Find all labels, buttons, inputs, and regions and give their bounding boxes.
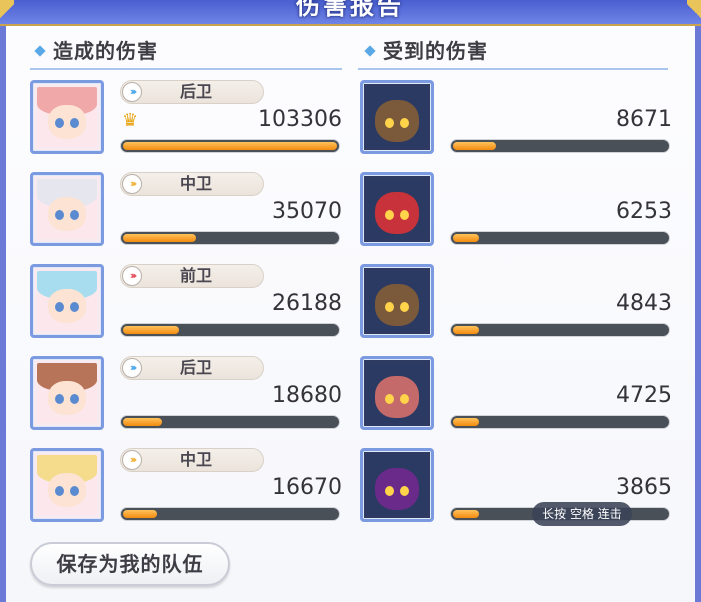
position-arrows-icon: ›››: [122, 450, 142, 470]
hint-tooltip: 长按 空格 连击: [532, 502, 632, 526]
enemy-body: [375, 284, 419, 327]
enemy-body: [375, 100, 419, 143]
role-label: 后卫: [179, 82, 212, 101]
portrait-face: [47, 289, 87, 323]
enemy-portrait[interactable]: [360, 172, 434, 246]
enemy-art: [367, 87, 427, 147]
enemy-body: [375, 468, 419, 511]
portrait-art: [37, 271, 97, 331]
role-badge: ››› 后卫: [120, 80, 264, 104]
corner-ornament-right: [687, 0, 701, 22]
position-arrows-icon: ›››: [122, 174, 142, 194]
damage-value: 16670: [272, 475, 342, 500]
diamond-icon: [34, 45, 46, 57]
role-label: 中卫: [179, 174, 212, 193]
damage-bar: [120, 415, 340, 429]
received-bar-fill: [453, 234, 479, 242]
damage-value: 26188: [272, 291, 342, 316]
portrait-art: [37, 179, 97, 239]
enemy-art: [367, 363, 427, 423]
received-bar: [450, 415, 670, 429]
damage-value: 35070: [272, 199, 342, 224]
enemy-art: [367, 179, 427, 239]
received-value: 4843: [616, 291, 672, 316]
damage-bar-fill: [123, 234, 196, 242]
portrait-art: [37, 455, 97, 515]
portrait-art: [37, 87, 97, 147]
damage-value: 18680: [272, 383, 342, 408]
save-team-button[interactable]: 保存为我的队伍: [30, 542, 230, 586]
received-bar-fill: [453, 142, 496, 150]
damage-bar-fill: [123, 418, 162, 426]
portrait-face: [47, 473, 87, 507]
section-received-header: 受到的伤害: [364, 36, 488, 66]
enemy-portrait[interactable]: [360, 80, 434, 154]
role-badge: ››› 前卫: [120, 264, 264, 288]
corner-ornament-left: [0, 0, 14, 22]
portrait-face: [47, 381, 87, 415]
section-divider: [30, 68, 342, 70]
received-value: 4725: [616, 383, 672, 408]
role-label: 前卫: [179, 266, 212, 285]
received-value: 6253: [616, 199, 672, 224]
enemy-body: [375, 192, 419, 235]
role-label: 后卫: [179, 358, 212, 377]
damage-bar: [120, 507, 340, 521]
role-badge: ››› 中卫: [120, 172, 264, 196]
diamond-icon: [364, 45, 376, 57]
received-bar: [450, 139, 670, 153]
received-bar-fill: [453, 418, 479, 426]
portrait-face: [47, 197, 87, 231]
enemy-portrait[interactable]: [360, 356, 434, 430]
role-badge: ››› 中卫: [120, 448, 264, 472]
received-bar: [450, 323, 670, 337]
damage-value: 103306: [258, 107, 342, 132]
section-dealt-label: 造成的伤害: [53, 39, 158, 63]
character-portrait[interactable]: [30, 264, 104, 338]
section-divider: [358, 68, 668, 70]
role-label: 中卫: [179, 450, 212, 469]
enemy-art: [367, 455, 427, 515]
crown-icon: ♛: [122, 110, 139, 131]
section-dealt-header: 造成的伤害: [34, 36, 158, 66]
page-title: 伤害报告: [296, 0, 404, 20]
enemy-body: [375, 376, 419, 419]
received-bar-fill: [453, 510, 479, 518]
received-value: 3865: [616, 475, 672, 500]
damage-bar-fill: [123, 510, 157, 518]
character-portrait[interactable]: [30, 80, 104, 154]
damage-bar-fill: [123, 142, 337, 150]
enemy-art: [367, 271, 427, 331]
portrait-art: [37, 363, 97, 423]
enemy-portrait[interactable]: [360, 264, 434, 338]
received-bar-fill: [453, 326, 479, 334]
portrait-face: [47, 105, 87, 139]
character-portrait[interactable]: [30, 172, 104, 246]
section-received-label: 受到的伤害: [383, 39, 488, 63]
position-arrows-icon: ›››: [122, 358, 142, 378]
damage-bar-fill: [123, 326, 179, 334]
role-badge: ››› 后卫: [120, 356, 264, 380]
position-arrows-icon: ›››: [122, 266, 142, 286]
damage-bar: [120, 139, 340, 153]
damage-bar: [120, 231, 340, 245]
enemy-portrait[interactable]: [360, 448, 434, 522]
damage-bar: [120, 323, 340, 337]
character-portrait[interactable]: [30, 448, 104, 522]
received-value: 8671: [616, 107, 672, 132]
received-bar: [450, 231, 670, 245]
character-portrait[interactable]: [30, 356, 104, 430]
position-arrows-icon: ›››: [122, 82, 142, 102]
